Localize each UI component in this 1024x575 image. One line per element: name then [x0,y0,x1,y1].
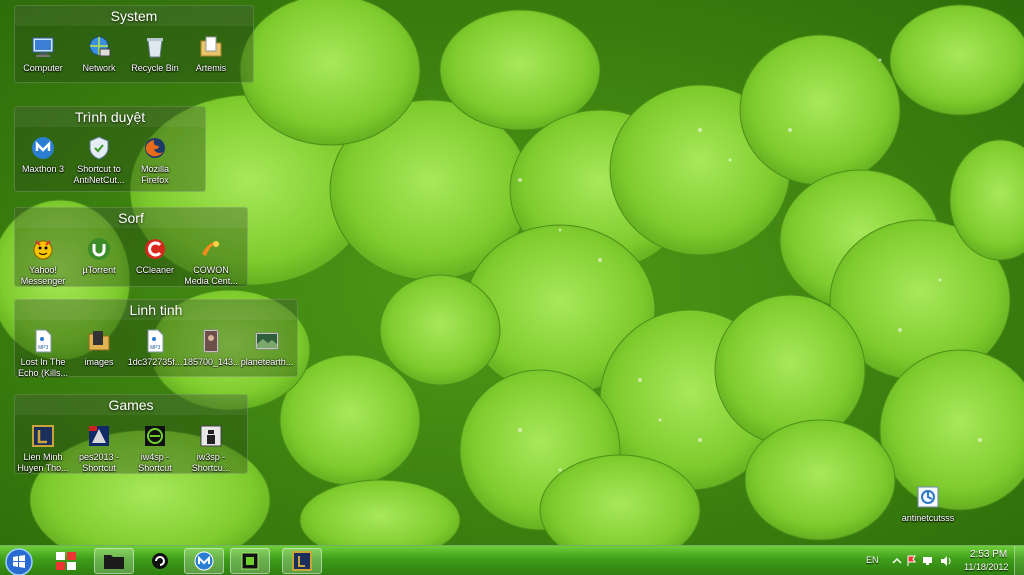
folder-icon [104,555,124,569]
clock-date[interactable]: 11/18/2012 [964,562,1008,572]
desktop-wallpaper [0,0,1024,575]
svg-text:MP3: MP3 [150,345,161,351]
icon-label: Lost In The Echo (Kills... [17,357,68,378]
taskbar-app-5[interactable] [230,548,270,574]
icon-label: CCleaner [135,265,175,275]
icon-label: pes2013 - Shortcut [78,452,120,473]
windows-logo-icon[interactable] [4,547,34,575]
fence-title: Trình duyệt [15,107,205,127]
game-icon [241,552,259,570]
desktop-icon-lost-in-the-echo[interactable]: MP3 Lost In The Echo (Kills... [15,328,71,379]
icon-label: Network [82,63,116,73]
image-file-icon [203,329,219,353]
desktop-icon-antinetcut-shortcut[interactable]: Shortcut to AntiNetCut... [71,135,127,186]
iw3sp-icon [200,425,222,447]
fence-title: Linh tinh [15,300,297,320]
svg-text:MP3: MP3 [38,345,49,351]
icon-label: iw3sp - Shortcu... [191,452,231,473]
clock-time[interactable]: 2:53 PM [970,549,1007,560]
icon-label: Maxthon 3 [21,164,65,174]
fence-games[interactable]: Games Lien Minh Huyen Tho... pes2013 - S… [14,394,248,474]
firefox-icon [145,138,165,158]
fence-title: Games [15,395,247,415]
taskbar-maxthon[interactable] [184,548,224,574]
recycle-bin-icon [147,38,163,58]
desktop-icon-1dc372735f[interactable]: MP3 1dc372735f... [127,328,183,368]
iw4sp-icon [145,426,165,446]
utorrent-icon [88,238,110,260]
mp3-file-icon: MP3 [147,329,164,353]
icon-label: images [84,357,114,367]
desktop-icon-firefox[interactable]: Mozilla Firefox [127,135,183,186]
desktop-icon-images[interactable]: images [71,328,127,368]
desktop-icon-network[interactable]: Network [71,34,127,74]
maxthon-icon [32,137,54,159]
desktop-icon-antinetcutsss[interactable]: antinetcutsss [898,484,958,524]
fence-software[interactable]: Sorf Yahoo! Messenger µTorrent CCleaner … [14,207,248,287]
icon-label: µTorrent [82,265,116,275]
desktop-icon-lien-minh[interactable]: Lien Minh Huyen Tho... [15,423,71,474]
lol-icon [292,551,312,571]
icon-label: Shortcut to AntiNetCut... [73,164,125,185]
taskbar-lol[interactable] [282,548,322,574]
icon-label: Recycle Bin [131,63,179,73]
icon-label: 1dc372735f... [127,357,183,367]
folder-icon [88,331,110,351]
desktop-icon-cowon[interactable]: COWON Media Cent... [183,236,239,287]
icon-label: 185700_143... [183,357,239,367]
network-tray-icon[interactable] [922,555,934,567]
desktop-icon-artemis[interactable]: Artemis [183,34,239,74]
shield-icon [89,136,109,160]
fence-misc[interactable]: Linh tinh MP3 Lost In The Echo (Kills...… [14,299,298,379]
language-indicator[interactable]: EN [866,555,879,565]
desktop-icon-maxthon[interactable]: Maxthon 3 [15,135,71,175]
folder-icon [200,36,222,57]
icon-label: Lien Minh Huyen Tho... [17,452,69,473]
lol-icon [32,425,54,447]
desktop-icon-recycle-bin[interactable]: Recycle Bin [127,34,183,74]
desktop-icon-computer[interactable]: Computer [15,34,71,74]
maxthon-icon [194,551,214,571]
yahoo-messenger-icon [33,240,53,260]
icon-label: Artemis [195,63,227,73]
tray-arrow-icon[interactable] [892,556,902,566]
grid-app-icon [56,552,76,570]
desktop-icon-yahoo-messenger[interactable]: Yahoo! Messenger [15,236,71,287]
taskbar-app-3[interactable] [140,548,180,574]
fence-system[interactable]: System Computer Network Recycle Bin Arte… [14,5,254,83]
fence-title: Sorf [15,208,247,228]
flag-icon[interactable] [906,555,918,567]
network-icon [89,36,111,57]
desktop-icon-ccleaner[interactable]: CCleaner [127,236,183,276]
fence-title: System [15,6,253,26]
show-desktop-button[interactable] [1014,546,1024,575]
taskbar-app-1[interactable] [46,548,86,574]
desktop-icon-utorrent[interactable]: µTorrent [71,236,127,276]
cowon-icon [202,241,220,256]
icon-label: Computer [23,63,63,73]
swirl-icon [152,553,168,569]
desktop-icon-pes2013[interactable]: pes2013 - Shortcut [71,423,127,474]
taskbar-explorer[interactable] [94,548,134,574]
speaker-icon[interactable] [940,555,952,567]
icon-label: iw4sp - Shortcut [138,452,172,473]
antinetcut-icon [917,486,939,508]
desktop-icon-185700-143[interactable]: 185700_143... [183,328,239,368]
ccleaner-icon [145,239,165,259]
taskbar: EN 2:53 PM 11/18/2012 [0,545,1024,575]
icon-label: planetearth... [240,357,294,367]
desktop-icon-planetearth[interactable]: planetearth... [239,328,295,368]
pes-icon [89,426,109,446]
fence-browsers[interactable]: Trình duyệt Maxthon 3 Shortcut to AntiNe… [14,106,206,192]
icon-label: Yahoo! Messenger [20,265,66,286]
mp3-file-icon: MP3 [35,329,52,353]
computer-icon [32,37,54,57]
desktop-icon-iw3sp[interactable]: iw3sp - Shortcu... [183,423,239,474]
icon-label: antinetcutsss [901,513,955,523]
desktop-icon-iw4sp[interactable]: iw4sp - Shortcut [127,423,183,474]
icon-label: Mozilla Firefox [140,164,169,185]
icon-label: COWON Media Cent... [184,265,238,286]
image-file-icon [255,332,279,350]
